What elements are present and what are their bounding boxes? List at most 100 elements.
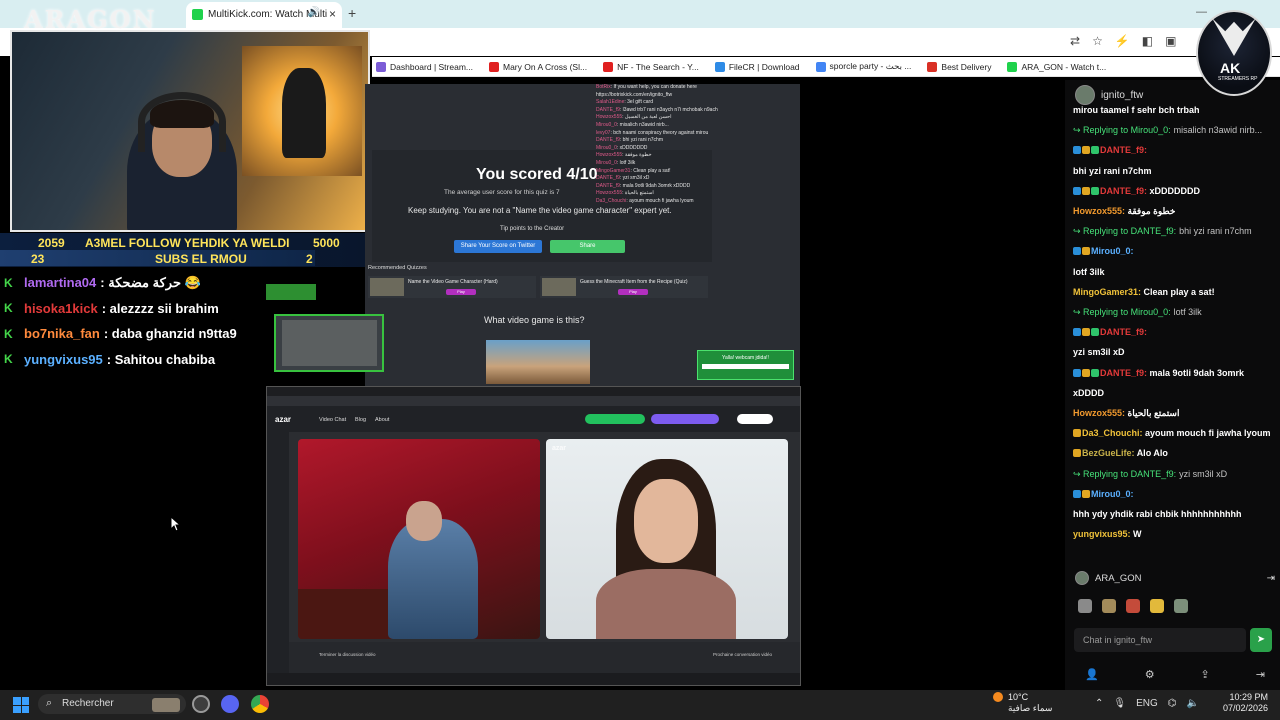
bookmark-item[interactable]: NF - The Search - Y... [603,61,699,72]
chat-username[interactable]: Howzox555 [1073,206,1122,216]
clock[interactable]: 10:29 PM 07/02/2026 [1220,692,1268,714]
chat-input[interactable]: Chat in ignito_ftw [1074,628,1246,652]
share-button[interactable]: Share [550,240,625,253]
next-video-chat-button[interactable]: Prochaine conversation vidéo [713,652,772,657]
chat-username[interactable]: DANTE_f9 [1100,186,1144,196]
play-button[interactable]: Play [618,289,648,295]
sidebar-icon[interactable]: ▣ [1165,34,1176,48]
azar-pill-green[interactable] [585,414,645,424]
chat-username[interactable]: BezGueLife [1082,448,1132,458]
reply-icon: ↪ [1073,226,1084,237]
network-icon[interactable]: ⌬ [1168,698,1177,709]
quiz-card-title: Name the Video Game Character (Hard) [408,279,498,285]
badge-icon [1082,247,1090,256]
azar-pill-purple[interactable] [651,414,719,424]
bookmark-item[interactable]: FileCR | Download [714,61,800,72]
quiz-thumbnail [542,278,576,296]
reply-target[interactable]: Replying to Mirou0_0: [1083,125,1171,135]
emote-icon[interactable] [1102,599,1116,613]
azar-nav-blog[interactable]: Blog [355,417,366,423]
weather-widget[interactable]: 10°C سماء صافية [1008,692,1052,714]
chevron-up-icon[interactable]: ⌃ [1095,698,1103,709]
puzzle-icon[interactable]: ◧ [1142,34,1153,48]
new-tab-button[interactable]: + [348,5,356,21]
end-video-chat-button[interactable]: Terminer la discussion vidéo [319,652,376,657]
send-button[interactable]: ➤ [1250,628,1272,652]
azar-logo[interactable]: azar [275,415,291,424]
avatar[interactable] [1075,571,1089,585]
ak-logo-title: AK [1220,60,1241,76]
share-icon[interactable]: ⇪ [1201,668,1210,681]
audio-icon[interactable]: 🔊 [308,7,320,18]
chat-username[interactable]: Howzox555 [1073,408,1122,418]
azar-nav-video-chat[interactable]: Video Chat [319,417,346,423]
azar-sidebar [267,432,289,682]
reply-target[interactable]: Replying to DANTE_f9: [1083,469,1176,479]
chat-username[interactable]: yungvixus95 [1073,529,1128,539]
bookmark-favicon-icon [1007,61,1018,72]
close-icon[interactable]: × [329,7,336,21]
mini-chat-text: : xDDDDDDD [616,144,648,151]
mini-chat-user: levy07 [596,129,611,136]
add-user-icon[interactable]: 👤 [1085,668,1099,681]
overlay-chat: Klamartina04: حركة مضحكة 😂 Khisoka1kick: … [4,270,266,372]
bookmark-item[interactable]: Dashboard | Stream... [376,61,473,72]
gear-icon[interactable]: ⚙ [1145,668,1155,681]
translate-icon[interactable]: ⇄ [1070,34,1080,48]
chat-username[interactable]: Mirou0_0 [1091,246,1131,256]
bookmark-item[interactable]: ARA_GON - Watch t... [1007,61,1106,72]
recommended-quiz-card[interactable]: Guess the Minecraft Item from the Recipe… [540,276,708,298]
discord-icon[interactable] [221,695,239,713]
time: 10:29 PM [1229,692,1268,702]
logout-icon[interactable]: ⇥ [1267,573,1275,584]
emote-icon[interactable] [1150,599,1164,613]
azar-pill-white[interactable] [737,414,773,424]
kick-icon: K [4,275,13,290]
minimize-icon[interactable]: — [1196,6,1207,18]
taskbar-thumbnail[interactable] [152,698,180,712]
chat-username[interactable]: DANTE_f9 [1100,368,1144,378]
taskbar-app-icon[interactable] [192,695,210,713]
mini-chat-line: Mirou0_0: lotf 3ilk [596,160,801,168]
bookmark-item[interactable]: Mary On A Cross (Sl... [489,61,587,72]
logged-username[interactable]: ARA_GON [1095,573,1141,584]
recommended-quiz-card[interactable]: Name the Video Game Character (Hard) Pla… [368,276,536,298]
azar-nav-about[interactable]: About [375,417,389,423]
chat-username[interactable]: DANTE_f9 [1100,145,1144,155]
chat-username[interactable]: Mirou0_0 [1091,489,1131,499]
chat-message: DANTE_f9: xDDDDDDD [1073,181,1273,201]
volume-icon[interactable]: 🔈 [1187,698,1199,709]
language-indicator[interactable]: ENG [1136,698,1158,709]
chat-username[interactable]: DANTE_f9 [1100,327,1144,337]
mini-chat-user: DANTE_f9 [596,175,620,182]
tip-creator[interactable]: Tip points to the Creator [500,226,564,232]
mini-chat-user: DANTE_f9 [596,137,620,144]
emote-icon[interactable] [1126,599,1140,613]
share-twitter-button[interactable]: Share Your Score on Twitter [454,240,542,253]
windows-start-icon[interactable] [13,697,29,713]
chrome-icon[interactable] [251,695,269,713]
browser-tab[interactable]: MultiKick.com: Watch Multi 🔊 × [186,2,342,28]
bookmark-item[interactable]: sporcle party - بحث ... [815,61,911,72]
subs-count: 23 [31,252,45,266]
chat-username[interactable]: Da3_Chouchi [1082,428,1140,438]
extension-icon[interactable]: ⚡ [1115,34,1130,48]
microphone-icon[interactable]: 🎙 [1113,698,1126,709]
play-button[interactable]: Play [446,289,476,295]
chat-channel-name[interactable]: ignito_ftw [1101,90,1143,101]
chat-username[interactable]: MingoGamer31 [1073,287,1138,297]
reply-target[interactable]: Replying to Mirou0_0: [1083,307,1171,317]
reply-target[interactable]: Replying to DANTE_f9: [1083,226,1176,236]
badge-icon [1073,186,1081,195]
chat-toolbar: 👤 ⚙ ⇪ ⇥ [1085,668,1265,681]
star-icon[interactable]: ☆ [1092,34,1103,48]
chat-separator: : [1144,145,1148,156]
chat-message-text: mirou taamel f sehr bch trbah [1073,105,1200,115]
badge-icon [1091,186,1099,195]
emote-icon[interactable] [1078,599,1092,613]
bookmark-item[interactable]: Best Delivery [927,61,991,72]
overlay-chat-message: Kyungvixus95: Sahitou chabiba [4,347,266,373]
emote-icon[interactable] [1174,599,1188,613]
bookmark-favicon-icon [815,61,826,72]
exit-icon[interactable]: ⇥ [1256,668,1265,681]
